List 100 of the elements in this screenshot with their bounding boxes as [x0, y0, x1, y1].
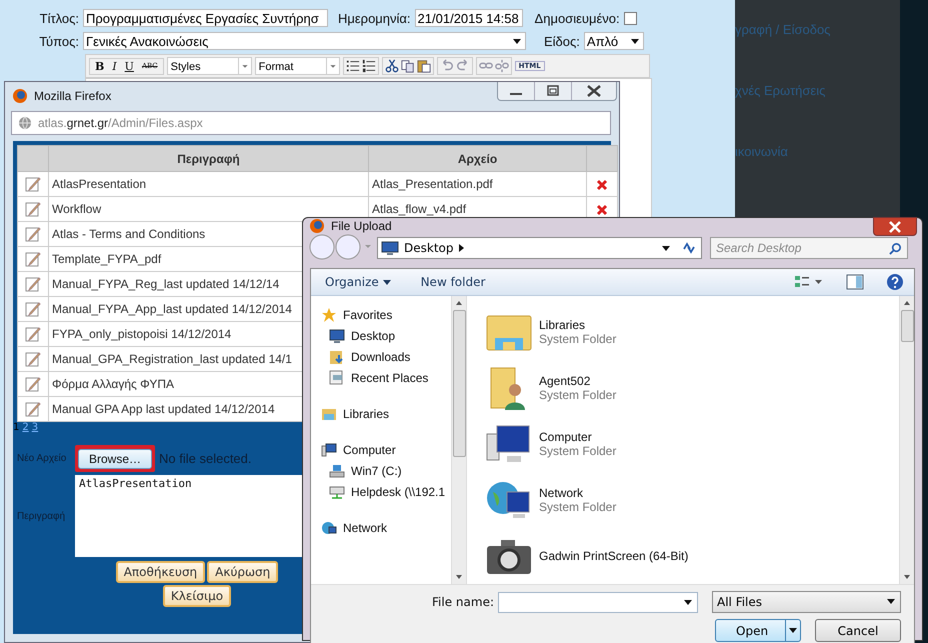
description-textarea[interactable]: AtlasPresentation: [75, 475, 302, 557]
address-bar[interactable]: atlas.grnet.gr/Admin/Files.aspx: [11, 111, 611, 135]
numbered-list-icon[interactable]: [362, 59, 376, 73]
pencil-note-icon[interactable]: [25, 326, 41, 342]
file-type: System Folder: [539, 500, 616, 514]
pencil-note-icon[interactable]: [25, 201, 41, 217]
format-dropdown[interactable]: Format: [254, 57, 340, 75]
scrollbar[interactable]: [451, 296, 466, 584]
caret-icon[interactable]: [789, 628, 797, 633]
navigation-item[interactable]: Helpdesk (\\192.1: [321, 481, 451, 502]
field-label: Τύπος:: [38, 34, 79, 48]
kind-dropdown[interactable]: Απλό: [584, 32, 644, 50]
file-name: Gadwin PrintScreen (64-Bit): [539, 549, 688, 563]
search-icon: [889, 242, 902, 254]
caret-icon: [513, 39, 521, 44]
navigation-item[interactable]: Network: [321, 517, 451, 538]
file-name: Network: [539, 486, 584, 500]
file-item[interactable]: Libraries System Folder: [485, 304, 899, 360]
drive-icon: [329, 462, 345, 478]
pencil-note-icon[interactable]: [25, 226, 41, 242]
underline-button[interactable]: U: [122, 60, 137, 72]
preview-pane-icon[interactable]: [846, 273, 864, 291]
field-label: Περιγραφή: [17, 510, 66, 522]
file-name: Agent502: [539, 374, 592, 388]
caret-icon[interactable]: [662, 246, 670, 250]
styles-dropdown[interactable]: Styles: [166, 57, 252, 75]
form-button[interactable]: Αποθήκευση: [116, 561, 206, 583]
pencil-note-icon[interactable]: [25, 276, 41, 292]
unlink-icon[interactable]: [494, 59, 509, 73]
field-label: Δημοσιευμένο:: [534, 10, 620, 26]
navigation-item[interactable]: Computer: [321, 439, 451, 460]
close-button[interactable]: [873, 217, 917, 236]
pencil-note-icon[interactable]: [25, 401, 41, 417]
cancel-button[interactable]: Cancel: [815, 619, 901, 642]
form-button[interactable]: Ακύρωση: [207, 561, 278, 583]
url-text: atlas.grnet.gr/Admin/Files.aspx: [38, 116, 203, 130]
pencil-note-icon[interactable]: [25, 251, 41, 267]
table-cell: Atlas_Presentation.pdf: [368, 172, 586, 196]
pencil-note-icon[interactable]: [25, 301, 41, 317]
table-header: Αρχείο: [368, 146, 586, 172]
monitor-icon: [329, 328, 345, 344]
help-icon[interactable]: [886, 273, 904, 291]
table-cell: AtlasPresentation: [48, 172, 368, 196]
monitor-icon: [381, 241, 399, 255]
file-type-dropdown[interactable]: All Files: [712, 591, 901, 613]
browse-button[interactable]: Browse…: [78, 448, 152, 468]
page-link[interactable]: 3: [32, 422, 38, 435]
globe-icon: [321, 520, 337, 536]
caret-icon[interactable]: [684, 600, 692, 604]
scrollbar-thumb[interactable]: [900, 310, 914, 342]
scrollbar-thumb[interactable]: [452, 310, 466, 457]
redo-icon[interactable]: [456, 59, 470, 73]
pencil-note-icon[interactable]: [25, 176, 41, 192]
file-name: Libraries: [539, 318, 586, 332]
file-item[interactable]: Computer System Folder: [485, 416, 899, 472]
published-checkbox[interactable]: [624, 12, 637, 24]
type-dropdown[interactable]: Γενικές Ανακοινώσεις: [83, 32, 526, 50]
field-label: File name:: [432, 595, 494, 609]
copy-icon[interactable]: [400, 59, 415, 73]
location-bar[interactable]: Desktop: [377, 237, 702, 259]
date-field[interactable]: 21/01/2015 14:58: [414, 9, 523, 27]
form-button[interactable]: Κλείσιμο: [162, 585, 232, 607]
caret-icon: [887, 599, 895, 604]
pencil-note-icon[interactable]: [25, 376, 41, 392]
bulleted-list-icon[interactable]: [346, 59, 360, 73]
search-placeholder: Search Desktop: [716, 241, 802, 255]
refresh-icon[interactable]: [681, 240, 697, 256]
bold-button[interactable]: B: [92, 60, 108, 72]
delete-icon[interactable]: [596, 204, 608, 216]
navigation-item[interactable]: Win7 (C:): [321, 460, 451, 481]
download-icon: [329, 348, 345, 364]
pencil-note-icon[interactable]: [25, 351, 41, 367]
caret-icon: [630, 39, 639, 44]
caret-icon: [382, 280, 391, 286]
chevron-icon[interactable]: [458, 244, 464, 252]
field-label: Είδος:: [544, 34, 580, 48]
new-folder-button[interactable]: New folder: [416, 275, 490, 289]
scrollbar[interactable]: [899, 296, 914, 584]
globe-icon: [18, 116, 32, 130]
page-link[interactable]: 2: [22, 422, 29, 435]
back-forward-icon[interactable]: [309, 234, 373, 262]
italic-button[interactable]: I: [109, 60, 120, 72]
table-header: Περιγραφή: [48, 146, 368, 172]
field-label: Τίτλος:: [38, 10, 79, 26]
file-item[interactable]: Agent502 System Folder: [485, 360, 899, 416]
file-item[interactable]: Network System Folder: [485, 472, 899, 528]
file-item[interactable]: Gadwin PrintScreen (64-Bit): [485, 528, 899, 584]
file-name-field[interactable]: [498, 592, 698, 612]
scissors-icon[interactable]: [384, 59, 399, 73]
file-status-text: No file selected.: [159, 450, 252, 466]
places-icon: [329, 370, 345, 386]
title-field[interactable]: Προγραμματισμένες Εργασίες Συντήρησ: [83, 9, 328, 27]
field-label: Νέο Αρχείο: [17, 452, 68, 464]
location-text: Desktop: [404, 241, 454, 255]
delete-icon[interactable]: [596, 178, 608, 191]
window-title: Mozilla Firefox: [34, 88, 112, 102]
open-button[interactable]: Open: [715, 619, 801, 642]
paste-icon[interactable]: [416, 59, 431, 73]
view-options-icon[interactable]: [794, 274, 824, 290]
file-type: System Folder: [539, 444, 616, 458]
